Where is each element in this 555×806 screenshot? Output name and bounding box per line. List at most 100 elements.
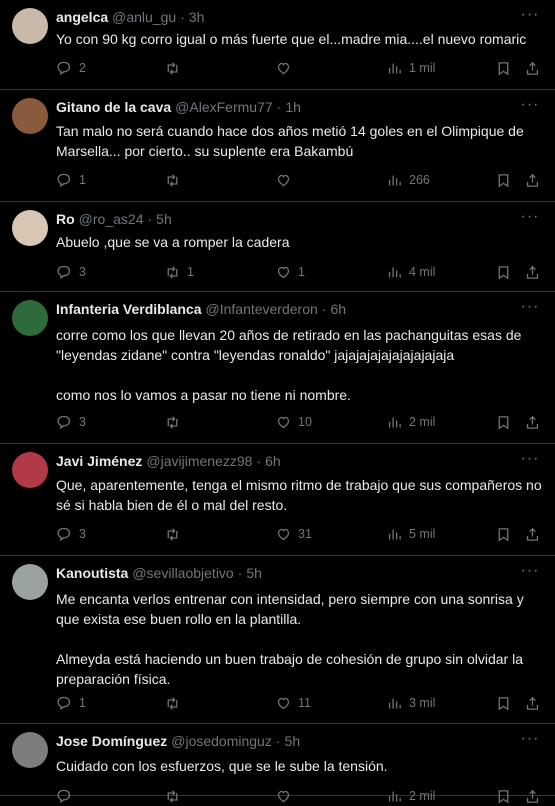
author-handle[interactable]: @AlexFermu77 xyxy=(175,99,272,115)
more-options-icon[interactable]: ··· xyxy=(519,731,541,750)
tweet-paragraph: Abuelo ,que se va a romper la cadera xyxy=(56,234,290,250)
avatar[interactable] xyxy=(12,300,48,336)
retweet-button[interactable] xyxy=(164,524,187,544)
tweet-actions: 3 1 1 4 mil xyxy=(56,262,546,282)
avatar[interactable] xyxy=(12,452,48,488)
reply-button[interactable]: 3 xyxy=(56,412,86,432)
author-handle[interactable]: @javijimenezz98 xyxy=(146,453,252,469)
separator-dot: · xyxy=(180,9,185,25)
bookmark-button[interactable] xyxy=(495,786,512,806)
reply-tweet[interactable]: Gitano de la cava @AlexFermu77 · 1h ··· Tan … xyxy=(0,90,555,202)
tweet-paragraph: como nos lo vamos a pasar no tiene ni no… xyxy=(56,387,351,403)
bookmark-button[interactable] xyxy=(495,693,512,713)
more-options-icon[interactable]: ··· xyxy=(519,7,541,26)
views-icon xyxy=(388,175,401,185)
retweet-button[interactable] xyxy=(164,786,187,806)
retweet-button[interactable] xyxy=(164,412,187,432)
timestamp[interactable]: 5h xyxy=(285,733,301,749)
like-icon xyxy=(277,266,290,278)
share-icon xyxy=(526,265,539,279)
reply-tweet[interactable]: Kanoutista @sevillaobjetivo · 5h ··· Me enca… xyxy=(0,556,555,724)
bookmark-button[interactable] xyxy=(495,58,512,78)
reply-button[interactable]: 1 xyxy=(56,170,86,190)
more-options-icon[interactable]: ··· xyxy=(519,209,541,228)
author-handle[interactable]: @ro_as24 xyxy=(79,211,144,227)
views-button[interactable]: 4 mil xyxy=(386,262,435,282)
timestamp[interactable]: 3h xyxy=(189,9,205,25)
share-button[interactable] xyxy=(524,262,541,282)
views-count: 4 mil xyxy=(409,265,436,279)
reply-tweet[interactable]: Ro @ro_as24 · 5h ··· Abuelo ,que se va a rom… xyxy=(0,202,555,292)
retweet-button[interactable]: 1 xyxy=(164,262,194,282)
retweet-button[interactable] xyxy=(164,58,187,78)
more-options-icon[interactable]: ··· xyxy=(519,563,541,582)
avatar[interactable] xyxy=(12,98,48,134)
share-button[interactable] xyxy=(524,170,541,190)
author-handle[interactable]: @josedominguz xyxy=(171,733,272,749)
author-name[interactable]: Jose Domínguez xyxy=(56,733,167,749)
author-name[interactable]: Kanoutista xyxy=(56,565,128,581)
author-handle[interactable]: @anlu_gu xyxy=(112,9,176,25)
like-count: 10 xyxy=(298,415,312,429)
like-button[interactable]: 1 xyxy=(275,262,305,282)
reply-button[interactable]: 3 xyxy=(56,524,86,544)
views-button[interactable]: 2 mil xyxy=(386,412,435,432)
like-button[interactable] xyxy=(275,786,298,806)
author-handle[interactable]: @Infanteverderon xyxy=(206,301,318,317)
like-button[interactable] xyxy=(275,170,298,190)
author-name[interactable]: angelca xyxy=(56,9,108,25)
bookmark-button[interactable] xyxy=(495,170,512,190)
more-options-icon[interactable]: ··· xyxy=(519,299,541,318)
share-button[interactable] xyxy=(524,412,541,432)
reply-button[interactable]: 1 xyxy=(56,693,86,713)
retweet-button[interactable] xyxy=(164,693,187,713)
share-button[interactable] xyxy=(524,786,541,806)
reply-button[interactable] xyxy=(56,786,79,806)
author-name[interactable]: Ro xyxy=(56,211,75,227)
avatar[interactable] xyxy=(12,210,48,246)
reply-button[interactable]: 3 xyxy=(56,262,86,282)
like-icon xyxy=(277,416,290,428)
views-button[interactable]: 3 mil xyxy=(386,693,435,713)
timestamp[interactable]: 5h xyxy=(246,565,262,581)
bookmark-button[interactable] xyxy=(495,262,512,282)
like-button[interactable] xyxy=(275,58,298,78)
bookmark-button[interactable] xyxy=(495,412,512,432)
retweet-icon xyxy=(167,61,178,75)
like-button[interactable]: 10 xyxy=(275,412,312,432)
timestamp[interactable]: 6h xyxy=(265,453,281,469)
views-button[interactable]: 1 mil xyxy=(386,58,435,78)
tweet-text: Cuidado con los esfuerzos, que se le sub… xyxy=(56,756,546,776)
views-button[interactable]: 2 mil xyxy=(386,786,435,806)
reply-tweet[interactable]: Jose Domínguez @josedominguz · 5h ··· Cuidad… xyxy=(0,724,555,803)
like-button[interactable]: 11 xyxy=(275,693,311,713)
avatar[interactable] xyxy=(12,8,48,44)
views-button[interactable]: 5 mil xyxy=(386,524,435,544)
tweet-text: corre como los que llevan 20 años de ret… xyxy=(56,325,546,405)
more-options-icon[interactable]: ··· xyxy=(519,451,541,470)
bookmark-button[interactable] xyxy=(495,524,512,544)
more-options-icon[interactable]: ··· xyxy=(519,97,541,116)
author-name[interactable]: Javi Jiménez xyxy=(56,453,142,469)
share-button[interactable] xyxy=(524,693,541,713)
reply-icon xyxy=(57,696,71,710)
author-name[interactable]: Infanteria Verdiblanca xyxy=(56,301,202,317)
like-button[interactable]: 31 xyxy=(275,524,312,544)
share-button[interactable] xyxy=(524,524,541,544)
views-button[interactable]: 266 xyxy=(386,170,430,190)
retweet-icon xyxy=(167,173,178,187)
reply-tweet[interactable]: Javi Jiménez @javijimenezz98 · 6h ··· Que, a… xyxy=(0,444,555,556)
reply-tweet[interactable]: Infanteria Verdiblanca @Infanteverderon · 6… xyxy=(0,292,555,444)
retweet-button[interactable] xyxy=(164,170,187,190)
author-handle[interactable]: @sevillaobjetivo xyxy=(132,565,233,581)
like-icon xyxy=(277,62,290,74)
avatar[interactable] xyxy=(12,564,48,600)
avatar[interactable] xyxy=(12,732,48,768)
reply-tweet[interactable]: angelca @anlu_gu · 3h ··· Yo con 90 kg corro… xyxy=(0,0,555,90)
timestamp[interactable]: 6h xyxy=(330,301,346,317)
reply-button[interactable]: 2 xyxy=(56,58,86,78)
timestamp[interactable]: 1h xyxy=(285,99,301,115)
share-button[interactable] xyxy=(524,58,541,78)
timestamp[interactable]: 5h xyxy=(156,211,172,227)
author-name[interactable]: Gitano de la cava xyxy=(56,99,171,115)
